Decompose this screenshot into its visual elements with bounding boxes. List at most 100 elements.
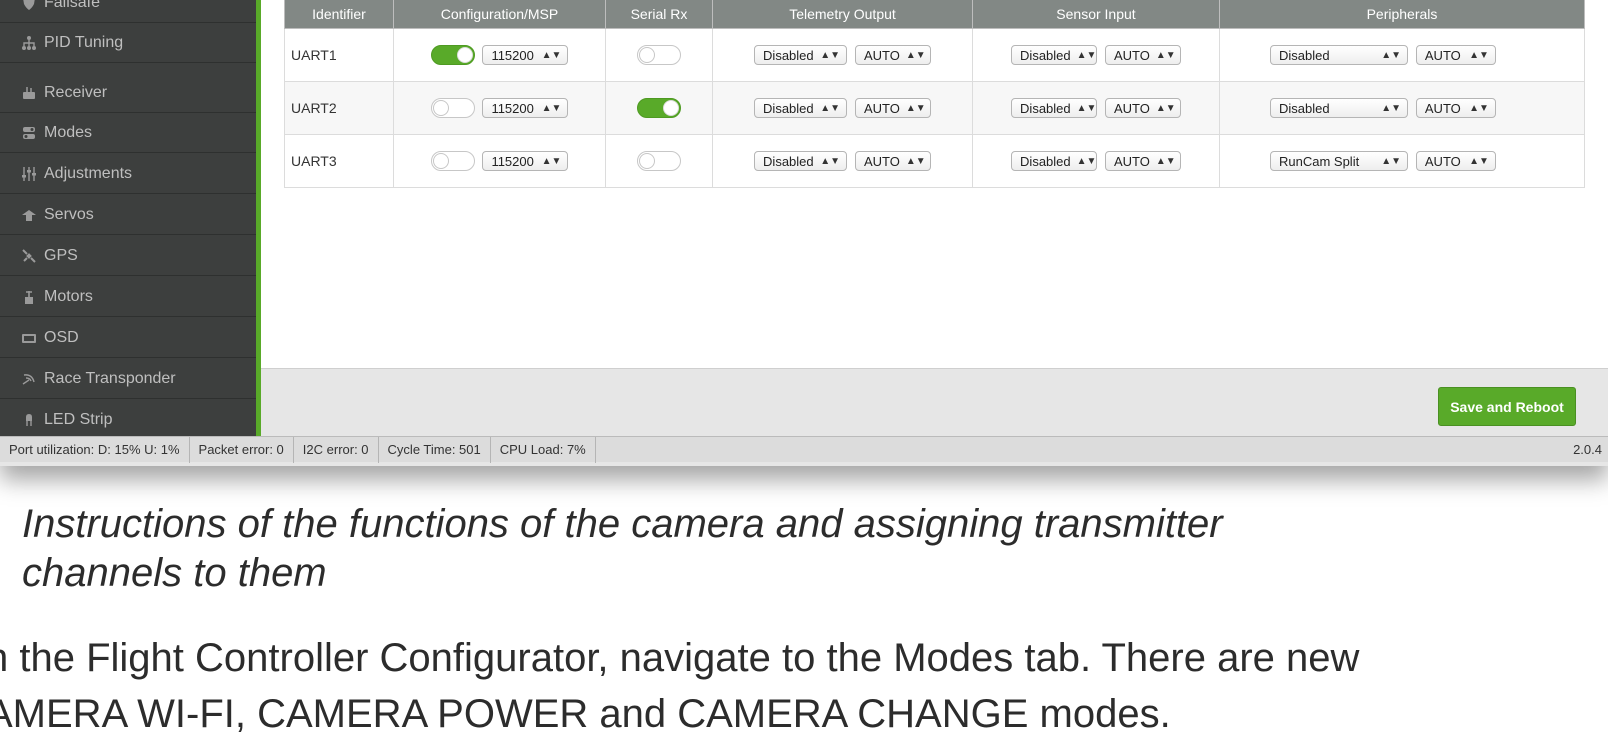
- status-cpu-load: CPU Load: 7%: [491, 436, 596, 463]
- sensor-baud-select[interactable]: AUTO ▲▼: [1104, 45, 1181, 65]
- telemetry-baud-select[interactable]: AUTO ▲▼: [854, 45, 931, 65]
- servo-icon: [20, 206, 38, 224]
- sidebar-item-label: Modes: [44, 123, 93, 141]
- osd-icon: [20, 329, 38, 347]
- sidebar-item-label: PID Tuning: [44, 33, 124, 51]
- sensor-select[interactable]: Disabled ▲▼: [1011, 151, 1098, 171]
- section-heading-line2: channels to them: [22, 551, 327, 595]
- sidebar-item-pid-tuning[interactable]: PID Tuning: [0, 23, 256, 63]
- table-row: UART2 115200 ▲▼ Disabled ▲▼ AUTO ▲▼ Disable…: [284, 81, 1585, 135]
- peripheral-baud-select[interactable]: AUTO ▲▼: [1415, 45, 1496, 65]
- status-cycle-time: Cycle Time: 501: [379, 436, 491, 463]
- section-number: .: [0, 500, 22, 549]
- peripheral-select[interactable]: Disabled ▲▼: [1270, 45, 1408, 65]
- peripherals-cell: Disabled ▲▼ AUTO ▲▼: [1219, 28, 1585, 82]
- sidebar-item-label: Servos: [44, 205, 94, 223]
- table-row: UART1 115200 ▲▼ Disabled ▲▼ AUTO ▲▼ Disable…: [284, 28, 1585, 82]
- peripheral-select[interactable]: Disabled ▲▼: [1270, 98, 1408, 118]
- sensor-cell: Disabled ▲▼ AUTO ▲▼: [972, 81, 1220, 135]
- shield-icon: [20, 0, 38, 12]
- instruction-line1: n the Flight Controller Configurator, na…: [0, 636, 1360, 680]
- pid-icon: [20, 34, 38, 52]
- telemetry-select[interactable]: Disabled ▲▼: [754, 98, 848, 118]
- sidebar-item-servos[interactable]: Servos: [0, 195, 256, 235]
- sidebar-item-modes[interactable]: Modes: [0, 113, 256, 153]
- port-identifier: UART2: [284, 81, 394, 135]
- port-identifier: UART1: [284, 28, 394, 82]
- ports-panel: Identifier Configuration/MSP Serial Rx T…: [261, 0, 1608, 368]
- modes-icon: [20, 124, 38, 142]
- telemetry-select[interactable]: Disabled ▲▼: [754, 45, 848, 65]
- telemetry-cell: Disabled ▲▼ AUTO ▲▼: [712, 28, 973, 82]
- serial-rx-cell: [605, 81, 713, 135]
- satellite-icon: [20, 247, 38, 265]
- sensor-baud-select[interactable]: AUTO ▲▼: [1104, 98, 1181, 118]
- sidebar-item-osd[interactable]: OSD: [0, 318, 256, 358]
- serial-rx-toggle[interactable]: [637, 45, 681, 65]
- column-header-peripherals: Peripherals: [1219, 0, 1585, 29]
- msp-toggle[interactable]: [430, 151, 475, 171]
- configurator-window: Failsafe PID Tuning Receiver Modes Adjus…: [0, 0, 1608, 466]
- serial-rx-cell: [605, 28, 713, 82]
- ports-table: Identifier Configuration/MSP Serial Rx T…: [284, 0, 1585, 188]
- serial-rx-cell: [605, 134, 713, 188]
- section-heading: .Instructions of the functions of the ca…: [0, 500, 1588, 598]
- instruction-line2: AMERA WI-FI, CAMERA POWER and CAMERA CHA…: [0, 692, 1171, 736]
- sidebar-item-label: LED Strip: [44, 410, 113, 428]
- table-row: UART3 115200 ▲▼ Disabled ▲▼ AUTO ▲▼ Disable…: [284, 134, 1585, 188]
- telemetry-cell: Disabled ▲▼ AUTO ▲▼: [712, 134, 973, 188]
- instruction-paragraph: n the Flight Controller Configurator, na…: [0, 630, 1608, 742]
- peripherals-cell: RunCam Split ▲▼ AUTO ▲▼: [1219, 134, 1585, 188]
- serial-rx-toggle[interactable]: [637, 98, 681, 118]
- save-and-reboot-button[interactable]: Save and Reboot: [1438, 387, 1576, 426]
- msp-toggle[interactable]: [430, 98, 475, 118]
- msp-baud-select[interactable]: 115200 ▲▼: [482, 151, 569, 171]
- telemetry-baud-select[interactable]: AUTO ▲▼: [854, 98, 931, 118]
- motor-icon: [20, 288, 38, 306]
- telemetry-baud-select[interactable]: AUTO ▲▼: [854, 151, 931, 171]
- serial-rx-toggle[interactable]: [637, 151, 681, 171]
- column-header-sensor: Sensor Input: [972, 0, 1220, 29]
- sidebar-item-led-strip[interactable]: LED Strip: [0, 400, 256, 440]
- section-heading-line1: Instructions of the functions of the cam…: [22, 502, 1223, 546]
- msp-toggle[interactable]: [430, 45, 475, 65]
- sensor-select[interactable]: Disabled ▲▼: [1011, 45, 1098, 65]
- sidebar-item-label: Failsafe: [44, 0, 101, 11]
- sidebar-item-label: Motors: [44, 287, 93, 305]
- sidebar-item-label: Race Transponder: [44, 369, 176, 387]
- transponder-icon: [20, 370, 38, 388]
- msp-baud-select[interactable]: 115200 ▲▼: [482, 45, 569, 65]
- telemetry-cell: Disabled ▲▼ AUTO ▲▼: [712, 81, 973, 135]
- msp-cell: 115200 ▲▼: [393, 134, 606, 188]
- msp-baud-select[interactable]: 115200 ▲▼: [482, 98, 569, 118]
- peripheral-baud-select[interactable]: AUTO ▲▼: [1415, 98, 1496, 118]
- sidebar-item-failsafe[interactable]: Failsafe: [0, 0, 256, 23]
- sidebar-item-race-transponder[interactable]: Race Transponder: [0, 359, 256, 399]
- msp-cell: 115200 ▲▼: [393, 81, 606, 135]
- status-port-utilization: Port utilization: D: 15% U: 1%: [0, 436, 190, 463]
- peripheral-baud-select[interactable]: AUTO ▲▼: [1415, 151, 1496, 171]
- content-footer: Save and Reboot: [261, 368, 1608, 441]
- sidebar-item-adjustments[interactable]: Adjustments: [0, 154, 256, 194]
- sensor-select[interactable]: Disabled ▲▼: [1011, 98, 1098, 118]
- peripheral-select[interactable]: RunCam Split ▲▼: [1270, 151, 1408, 171]
- column-header-telemetry: Telemetry Output: [712, 0, 973, 29]
- status-i2c-error: I2C error: 0: [294, 436, 379, 463]
- column-header-identifier: Identifier: [284, 0, 394, 29]
- sidebar-item-receiver[interactable]: Receiver: [0, 73, 256, 113]
- sidebar-item-gps[interactable]: GPS: [0, 236, 256, 276]
- telemetry-select[interactable]: Disabled ▲▼: [754, 151, 848, 171]
- sidebar-item-motors[interactable]: Motors: [0, 277, 256, 317]
- table-header-row: Identifier Configuration/MSP Serial Rx T…: [284, 0, 1585, 29]
- sensor-cell: Disabled ▲▼ AUTO ▲▼: [972, 134, 1220, 188]
- sidebar-item-label: GPS: [44, 246, 78, 264]
- status-bar: Port utilization: D: 15% U: 1% Packet er…: [0, 436, 1608, 463]
- sensor-baud-select[interactable]: AUTO ▲▼: [1104, 151, 1181, 171]
- receiver-icon: [20, 84, 38, 102]
- sidebar-item-label: OSD: [44, 328, 79, 346]
- column-header-serial-rx: Serial Rx: [605, 0, 713, 29]
- sidebar-item-label: Receiver: [44, 83, 108, 101]
- led-icon: [20, 411, 38, 429]
- sliders-icon: [20, 165, 38, 183]
- msp-cell: 115200 ▲▼: [393, 28, 606, 82]
